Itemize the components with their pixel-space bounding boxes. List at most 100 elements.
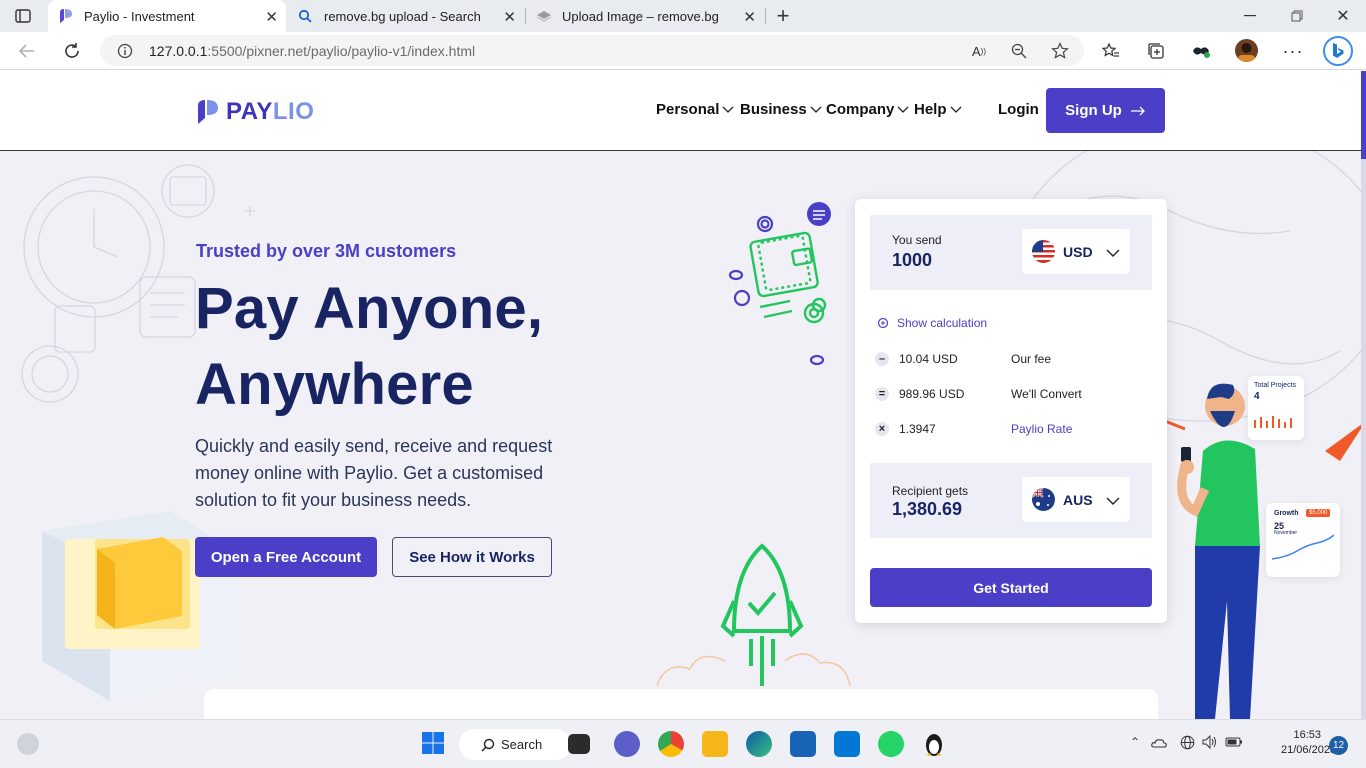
arrow-right-icon (1130, 106, 1146, 116)
see-how-it-works-button[interactable]: See How it Works (392, 537, 552, 577)
close-tab-icon[interactable]: ✕ (743, 8, 756, 26)
chrome-icon[interactable] (658, 731, 684, 757)
favorite-star-icon[interactable] (1050, 41, 1070, 61)
tab-removebg-search[interactable]: remove.bg upload - Search ✕ (288, 0, 524, 32)
projects-value: 4 (1254, 391, 1260, 402)
system-clock[interactable]: 16:53 21/06/2023 (1281, 728, 1336, 758)
recipient-currency-code: AUS (1063, 491, 1093, 508)
collections-icon[interactable] (1146, 41, 1166, 61)
vscode-icon[interactable] (834, 731, 860, 757)
recipient-amount[interactable]: 1,380.69 (892, 499, 962, 520)
projects-bars (1254, 416, 1292, 428)
extension-icon[interactable] (1190, 41, 1212, 61)
edge-icon[interactable] (746, 731, 772, 757)
nav-company[interactable]: Company (826, 101, 909, 118)
read-aloud-icon[interactable]: A)) (970, 42, 988, 60)
new-tab-icon[interactable]: + (772, 3, 794, 28)
nav-help[interactable]: Help (914, 101, 962, 118)
close-tab-icon[interactable]: ✕ (503, 8, 516, 26)
tab-separator (525, 8, 526, 24)
convert-amount: 989.96 USD (899, 387, 965, 401)
task-view-icon[interactable] (568, 734, 590, 754)
minimize-icon[interactable] (1240, 8, 1260, 24)
profile-avatar-icon[interactable] (1235, 39, 1258, 62)
nav-label: Help (914, 101, 947, 118)
more-menu-icon[interactable]: ··· (1283, 41, 1303, 61)
tab-paylio[interactable]: Paylio - Investment ✕ (48, 0, 286, 32)
minus-icon: – (875, 352, 889, 366)
equals-icon: = (875, 387, 889, 401)
tab-removebg-upload[interactable]: Upload Image – remove.bg ✕ (528, 0, 764, 32)
whatsapp-icon[interactable] (878, 731, 904, 757)
zoom-out-icon[interactable] (1010, 42, 1028, 60)
address-toolbar: 127.0.0.1:5500/pixner.net/paylio/paylio-… (0, 32, 1366, 70)
windows-start-icon[interactable] (421, 731, 447, 757)
site-info-icon[interactable] (117, 43, 133, 59)
page-scrollbar[interactable] (1361, 71, 1366, 719)
send-currency-select[interactable]: USD (1022, 229, 1130, 274)
close-tab-icon[interactable]: ✕ (265, 8, 278, 26)
next-section-card (204, 689, 1158, 719)
recipient-currency-select[interactable]: AUS (1022, 477, 1130, 522)
login-link[interactable]: Login (998, 101, 1039, 118)
language-globe-icon[interactable] (1179, 734, 1195, 750)
us-flag-icon (1032, 240, 1055, 263)
close-window-icon[interactable]: ✕ (1333, 6, 1353, 26)
signup-label: Sign Up (1065, 102, 1122, 119)
send-label: You send (892, 233, 942, 247)
back-icon[interactable] (16, 41, 38, 61)
tab-actions-icon[interactable] (14, 8, 32, 24)
recipient-label: Recipient gets (892, 484, 969, 498)
favorites-icon[interactable] (1101, 41, 1121, 61)
address-bar[interactable]: 127.0.0.1:5500/pixner.net/paylio/paylio-… (100, 35, 1084, 66)
taskbar-search[interactable]: Search (459, 729, 571, 760)
tab-title: remove.bg upload - Search (324, 8, 481, 24)
open-account-button[interactable]: Open a Free Account (195, 537, 377, 577)
linux-tux-icon[interactable] (922, 731, 948, 757)
volume-icon[interactable] (1201, 734, 1219, 750)
file-explorer-icon[interactable] (702, 731, 728, 757)
battery-icon[interactable] (1225, 735, 1243, 749)
browser-tab-bar: Paylio - Investment ✕ remove.bg upload -… (0, 0, 1366, 32)
logo-text-lio: LIO (272, 98, 315, 125)
hero-title-line2: Anywhere (195, 352, 474, 417)
chevron-down-icon (1106, 493, 1120, 511)
windows-taskbar: Search ⌃ 16:53 21/06/2023 12 (0, 719, 1366, 768)
nav-label: Personal (656, 101, 720, 118)
paylio-logo[interactable]: PAYLIO (196, 98, 314, 126)
chevron-up-icon[interactable]: ⌃ (1128, 735, 1142, 749)
bing-copilot-icon[interactable] (1323, 36, 1353, 66)
multiply-icon: × (875, 422, 889, 436)
refresh-icon[interactable] (61, 41, 83, 61)
url-text[interactable]: 127.0.0.1:5500/pixner.net/paylio/paylio-… (149, 43, 475, 59)
rate-amount: 1.3947 (899, 422, 936, 436)
signup-button[interactable]: Sign Up (1046, 88, 1165, 133)
widgets-icon[interactable] (17, 733, 39, 755)
notification-badge[interactable]: 12 (1329, 736, 1348, 755)
rate-row: × 1.3947 Paylio Rate (875, 422, 1145, 438)
nav-label: Company (826, 101, 895, 118)
wallet-illustration (728, 202, 831, 366)
scrollbar-thumb[interactable] (1361, 71, 1366, 159)
growth-mini-card: Growth $5,000 25 November (1266, 503, 1340, 577)
tab-separator (765, 8, 766, 24)
site-header: PAYLIO Personal Business Company Help Lo… (0, 71, 1366, 151)
convert-row: = 989.96 USD We'll Convert (875, 387, 1145, 403)
microsoft-store-icon[interactable] (790, 731, 816, 757)
get-started-button[interactable]: Get Started (870, 568, 1152, 607)
restore-icon[interactable] (1287, 8, 1307, 24)
nav-personal[interactable]: Personal (656, 101, 734, 118)
removebg-favicon-icon (536, 10, 552, 22)
url-path: :5500/pixner.net/paylio/paylio-v1/index.… (207, 43, 476, 59)
show-calculation-label: Show calculation (897, 316, 988, 330)
fee-desc: Our fee (1011, 352, 1052, 366)
taskbar-search-label: Search (501, 737, 543, 752)
send-panel: You send 1000 USD (870, 215, 1152, 290)
tab-title: Upload Image – remove.bg (562, 8, 719, 24)
onedrive-icon[interactable] (1151, 735, 1167, 751)
send-amount-input[interactable]: 1000 (892, 250, 932, 271)
nav-business[interactable]: Business (740, 101, 822, 118)
show-calculation-toggle[interactable]: Show calculation (877, 316, 987, 330)
teams-chat-icon[interactable] (614, 731, 640, 757)
tab-title: Paylio - Investment (84, 8, 195, 24)
